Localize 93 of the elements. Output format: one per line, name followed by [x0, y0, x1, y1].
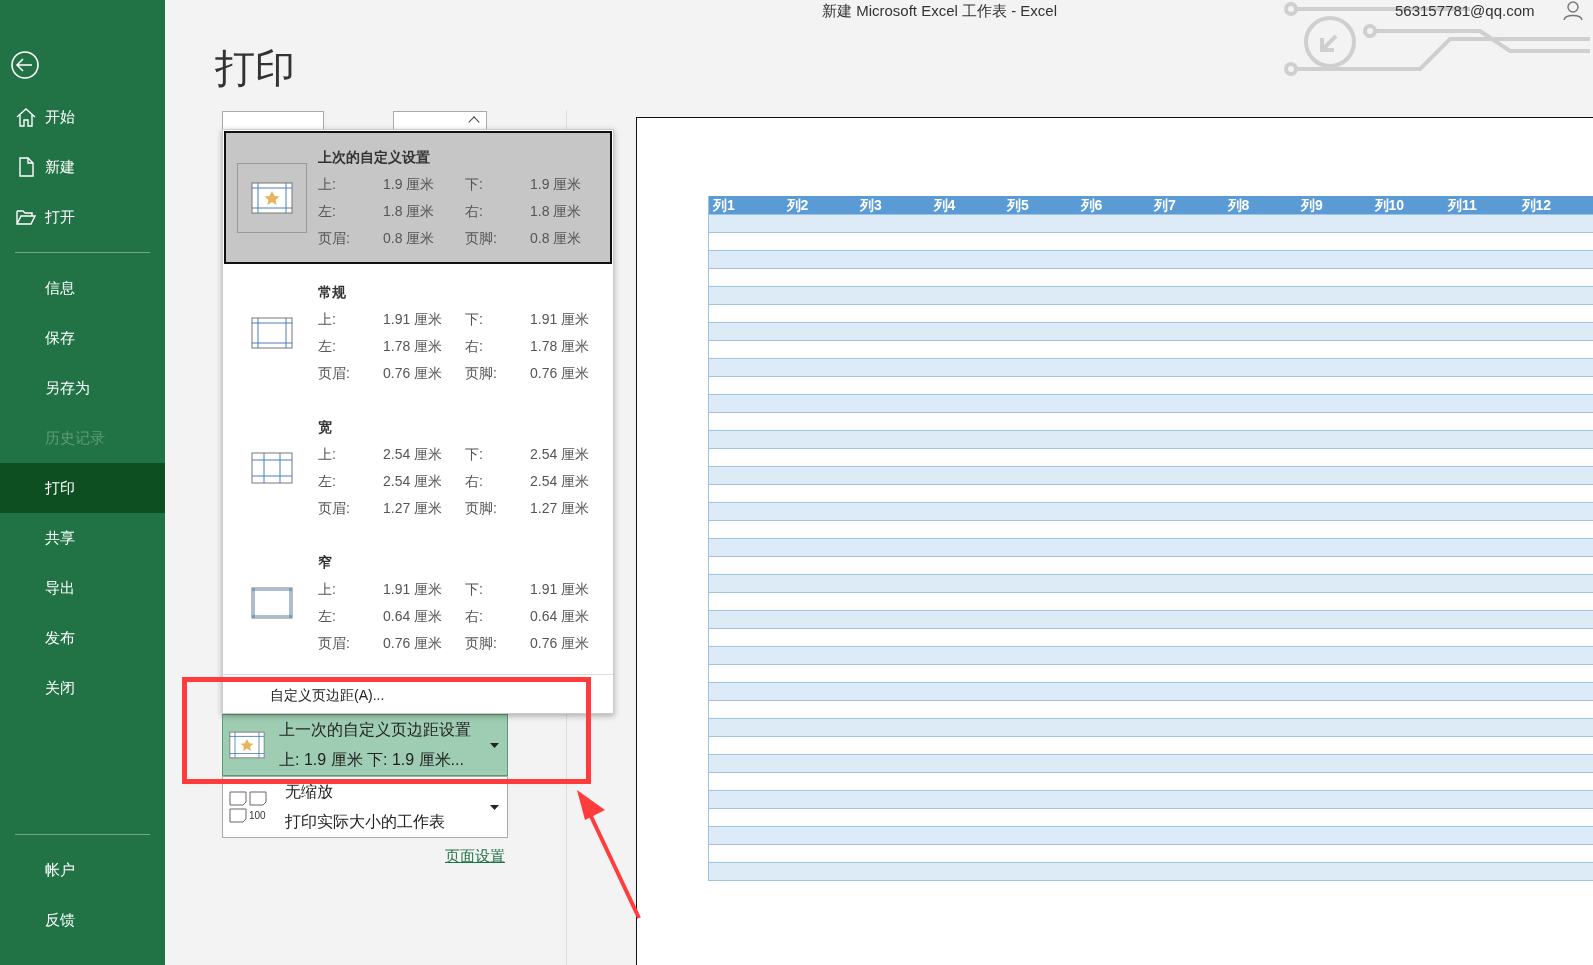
- column-header: 列11: [1447, 196, 1478, 214]
- margin-value: 1.9 厘米: [383, 174, 436, 194]
- margin-value: 1.78 厘米: [530, 336, 591, 356]
- page-title: 打印: [215, 45, 295, 92]
- sidebar-item[interactable]: 打开: [0, 192, 165, 242]
- sidebar-item[interactable]: 关闭: [0, 663, 165, 713]
- margin-label: 右:: [465, 471, 484, 491]
- margin-value: 1.9 厘米: [530, 174, 583, 194]
- margin-label: 左:: [318, 606, 337, 626]
- setting-subtitle: 上: 1.9 厘米 下: 1.9 厘米...: [279, 750, 465, 770]
- custom-margins-menu-item[interactable]: 自定义页边距(A)...: [223, 675, 613, 713]
- margin-value: 0.8 厘米: [383, 228, 436, 248]
- margin-value: 2.54 厘米: [530, 471, 591, 491]
- page-setup-link[interactable]: 页面设置: [445, 845, 505, 868]
- sidebar-item[interactable]: 打印: [0, 463, 165, 513]
- window-title: 新建 Microsoft Excel 工作表 - Excel: [822, 1, 1058, 21]
- column-header: 列7: [1153, 196, 1177, 214]
- margin-label: 页眉:: [318, 363, 351, 383]
- setting-title: 上一次的自定义页边距设置: [279, 720, 472, 740]
- margin-value: 1.27 厘米: [383, 498, 444, 518]
- margin-label: 页眉:: [318, 228, 351, 248]
- margin-label: 上:: [318, 309, 337, 329]
- margin-value: 2.54 厘米: [530, 444, 591, 464]
- sidebar-item[interactable]: 反馈: [0, 895, 165, 945]
- scale-percent-label: 100: [249, 810, 266, 822]
- margin-label: 下:: [465, 309, 484, 329]
- column-header: 列8: [1226, 196, 1251, 214]
- margin-label: 下:: [465, 174, 484, 194]
- column-header: 列9: [1300, 196, 1324, 214]
- sidebar-item[interactable]: 导出: [0, 563, 165, 613]
- margin-label: 左:: [318, 336, 337, 356]
- margin-label: 页眉:: [318, 498, 351, 518]
- margin-label: 右:: [465, 336, 484, 356]
- account-email[interactable]: 563157781@qq.com: [1395, 0, 1535, 23]
- column-header: 列2: [785, 196, 810, 214]
- sidebar-item[interactable]: 开始: [0, 92, 165, 142]
- sidebar-item[interactable]: 保存: [0, 313, 165, 363]
- margin-value: 1.91 厘米: [383, 309, 444, 329]
- setting-subtitle: 打印实际大小的工作表: [285, 812, 446, 832]
- sidebar-item[interactable]: 另存为: [0, 363, 165, 413]
- margin-value: 1.8 厘米: [383, 201, 436, 221]
- margin-label: 上:: [318, 174, 337, 194]
- margin-label: 左:: [318, 471, 337, 491]
- margin-label: 下:: [465, 579, 484, 599]
- sidebar-item[interactable]: 信息: [0, 263, 165, 313]
- margin-value: 2.54 厘米: [383, 444, 444, 464]
- scaling-setting-button[interactable]: 100 无缩放 打印实际大小的工作表: [222, 776, 508, 838]
- column-header: 列3: [859, 196, 883, 214]
- margin-label: 左:: [318, 201, 337, 221]
- margin-value: 2.54 厘米: [383, 471, 444, 491]
- margin-label: 上:: [318, 579, 337, 599]
- margin-option[interactable]: 窄 上: 1.91 厘米 下: 1.91 厘米 左: 0.64 厘米 右: 0.64 厘米 页眉: 0.76 厘米 页脚: 0.76 厘米: [224, 536, 612, 669]
- margin-value: 1.91 厘米: [530, 309, 591, 329]
- margin-value: 1.78 厘米: [383, 336, 444, 356]
- margin-label: 下:: [465, 444, 484, 464]
- margin-value: 1.27 厘米: [530, 498, 591, 518]
- column-header: 列12: [1520, 196, 1553, 214]
- margins-setting-button[interactable]: 上一次的自定义页边距设置 上: 1.9 厘米 下: 1.9 厘米...: [222, 714, 508, 776]
- margin-option[interactable]: 上次的自定义设置 上: 1.9 厘米 下: 1.9 厘米 左: 1.8 厘米 右: 1.8 厘米 页眉: 0.8 厘米 页脚: 0.8 厘米: [224, 131, 612, 264]
- column-header: 列6: [1079, 196, 1104, 214]
- margin-label: 页脚:: [465, 633, 498, 653]
- margin-value: 0.76 厘米: [530, 633, 591, 653]
- sidebar-item[interactable]: 共享: [0, 513, 165, 563]
- margin-value: 0.8 厘米: [530, 228, 583, 248]
- option-title: 窄: [318, 552, 333, 572]
- margin-label: 页脚:: [465, 498, 498, 518]
- margin-value: 0.76 厘米: [383, 633, 444, 653]
- column-header: 列5: [1006, 196, 1030, 214]
- margin-label: 页眉:: [318, 633, 351, 653]
- margin-option[interactable]: 常规 上: 1.91 厘米 下: 1.91 厘米 左: 1.78 厘米 右: 1.78 厘米 页眉: 0.76 厘米 页脚: 0.76 厘米: [224, 266, 612, 399]
- column-header: 列4: [932, 196, 957, 214]
- margin-value: 1.91 厘米: [383, 579, 444, 599]
- margin-value: 1.8 厘米: [530, 201, 583, 221]
- sidebar-item[interactable]: 发布: [0, 613, 165, 663]
- margin-value: 0.76 厘米: [383, 363, 444, 383]
- margin-label: 页脚:: [465, 363, 498, 383]
- margin-label: 页脚:: [465, 228, 498, 248]
- sidebar-item[interactable]: 帐户: [0, 845, 165, 895]
- margin-option[interactable]: 宽 上: 2.54 厘米 下: 2.54 厘米 左: 2.54 厘米 右: 2.54 厘米 页眉: 1.27 厘米 页脚: 1.27 厘米: [224, 401, 612, 534]
- column-header: 列10: [1373, 196, 1406, 214]
- margin-label: 右:: [465, 606, 484, 626]
- margin-value: 1.91 厘米: [530, 579, 591, 599]
- setting-title: 无缩放: [285, 782, 334, 802]
- sidebar-item[interactable]: 新建: [0, 142, 165, 192]
- margin-value: 0.64 厘米: [530, 606, 591, 626]
- margin-label: 上:: [318, 444, 337, 464]
- option-title: 宽: [318, 417, 333, 437]
- option-title: 上次的自定义设置: [318, 147, 431, 167]
- column-header: 列1: [712, 196, 736, 214]
- margin-value: 0.64 厘米: [383, 606, 444, 626]
- margin-value: 0.76 厘米: [530, 363, 591, 383]
- margin-label: 右:: [465, 201, 484, 221]
- option-title: 常规: [318, 282, 347, 302]
